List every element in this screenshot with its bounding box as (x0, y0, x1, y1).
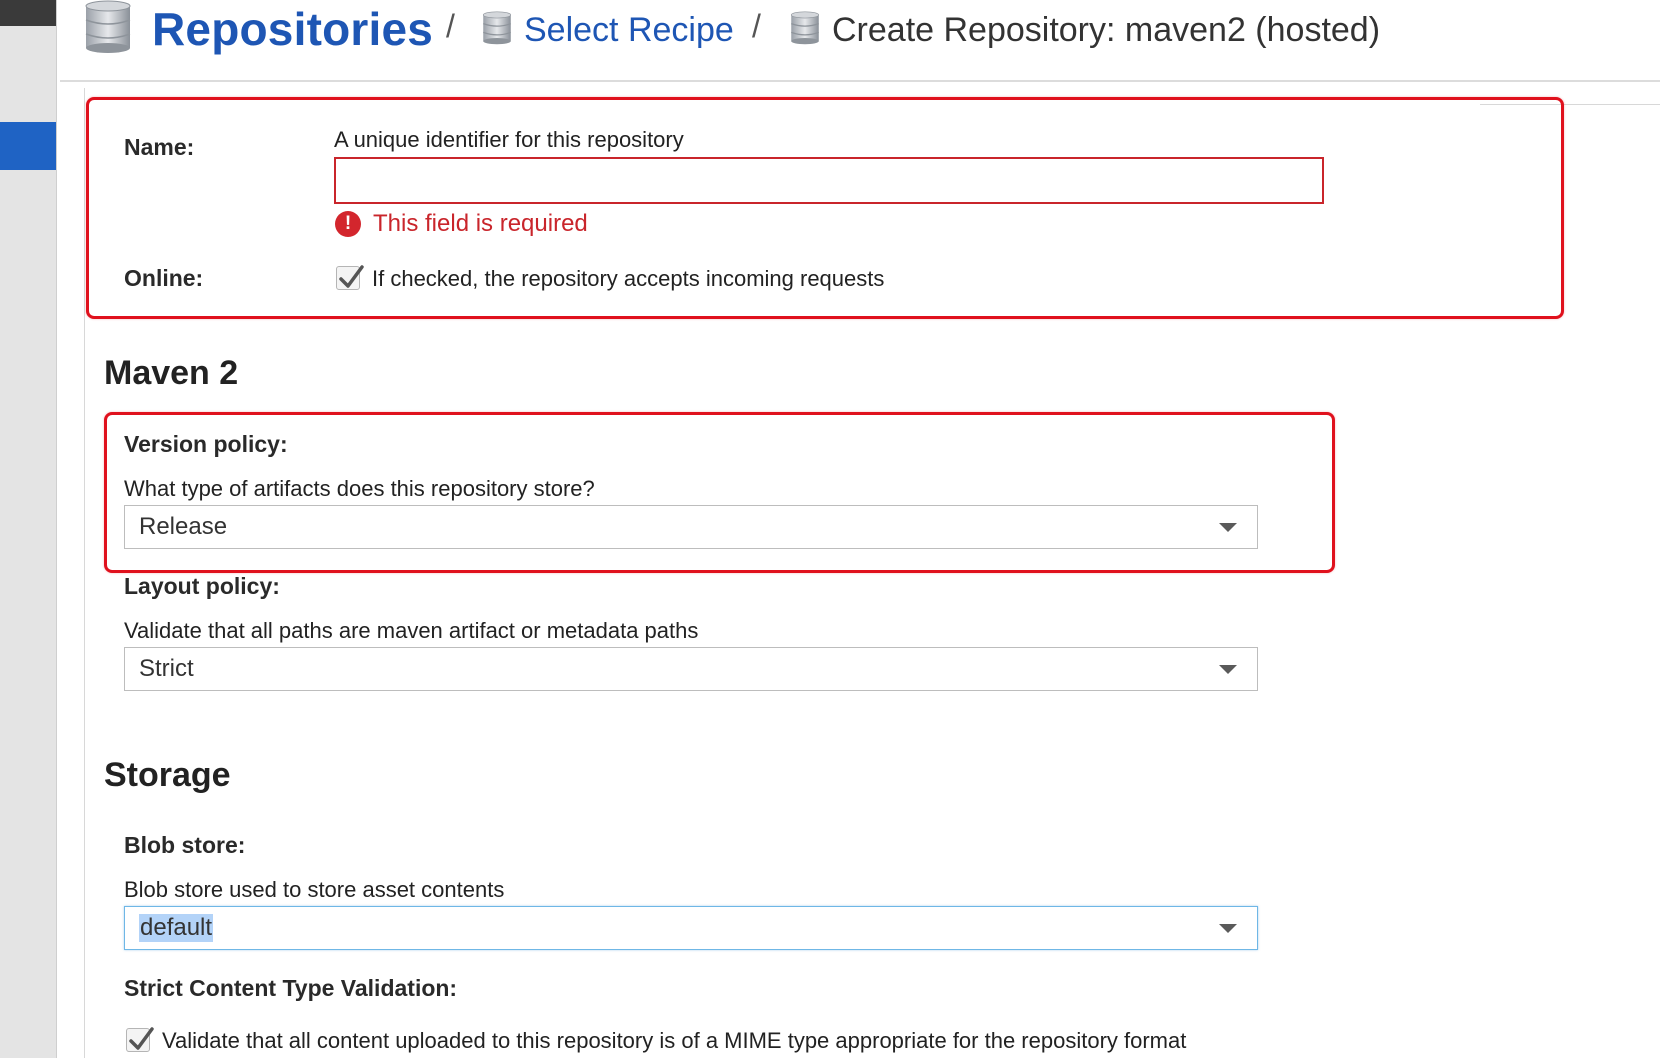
database-icon (790, 10, 820, 50)
strict-content-label: Strict Content Type Validation: (124, 975, 458, 1001)
name-label: Name: (124, 134, 195, 160)
version-policy-label: Version policy: (124, 431, 288, 457)
breadcrumb-root[interactable]: Repositories (84, 0, 433, 58)
storage-section-title: Storage (104, 756, 231, 794)
sidebar-active-item[interactable] (0, 122, 56, 170)
breadcrumb-current: Create Repository: maven2 (hosted) (790, 8, 1380, 52)
content-divider (84, 88, 85, 1058)
caret-down-icon (1219, 924, 1237, 933)
layout-policy-value: Strict (139, 655, 194, 682)
version-policy-help: What type of artifacts does this reposit… (124, 476, 595, 501)
name-help: A unique identifier for this repository (334, 127, 684, 152)
database-icon (482, 10, 512, 50)
breadcrumb-recipe-label[interactable]: Select Recipe (524, 11, 734, 50)
strict-content-help: Validate that all content uploaded to th… (162, 1028, 1187, 1053)
breadcrumb-root-label[interactable]: Repositories (152, 2, 433, 56)
breadcrumb-select-recipe[interactable]: Select Recipe (482, 8, 734, 52)
name-input[interactable] (334, 157, 1324, 204)
breadcrumb-current-label: Create Repository: maven2 (hosted) (832, 10, 1381, 49)
version-policy-select[interactable]: Release (124, 505, 1258, 549)
database-icon (84, 0, 132, 59)
layout-policy-select[interactable]: Strict (124, 647, 1258, 691)
blob-store-select[interactable]: default (124, 906, 1258, 950)
breadcrumb-separator: / (446, 8, 455, 44)
layout-policy-help: Validate that all paths are maven artifa… (124, 618, 699, 643)
caret-down-icon (1219, 665, 1237, 674)
online-help: If checked, the repository accepts incom… (372, 266, 885, 291)
online-checkbox[interactable] (336, 265, 364, 290)
blob-store-value: default (139, 914, 214, 942)
layout-policy-label: Layout policy: (124, 573, 280, 599)
online-label: Online: (124, 265, 204, 291)
left-sidebar (0, 0, 57, 1058)
exclamation-circle-icon: ! (335, 211, 361, 237)
sidebar-top-bar (0, 0, 56, 26)
caret-down-icon (1219, 523, 1237, 532)
maven-section-title: Maven 2 (104, 354, 239, 392)
breadcrumb: Repositories / Select Recipe / Create Re… (60, 0, 1660, 82)
name-error-text: This field is required (373, 210, 588, 237)
name-error: ! This field is required (335, 208, 588, 240)
blob-store-help: Blob store used to store asset contents (124, 877, 505, 902)
checkmark-icon (339, 265, 364, 288)
checkmark-icon (129, 1027, 154, 1050)
breadcrumb-separator: / (752, 8, 761, 44)
version-policy-value: Release (139, 513, 228, 540)
blob-store-label: Blob store: (124, 832, 246, 858)
strict-content-checkbox[interactable] (126, 1027, 154, 1052)
